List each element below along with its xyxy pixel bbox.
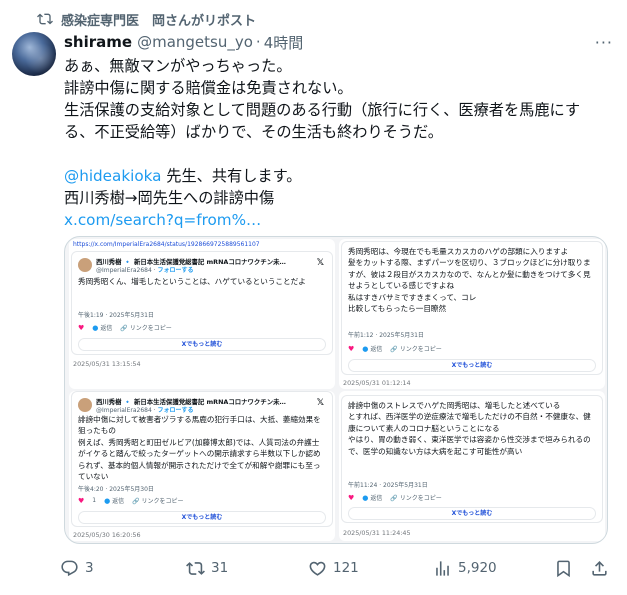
tweet-line: 西川秀樹→岡先生への誹謗中傷 (64, 189, 275, 207)
embedded-actions: ♥ ● 返信 🔗 リンクをコピー (348, 344, 442, 354)
read-more-button: Xでもっと読む (348, 359, 596, 372)
embedded-post: 誹謗中傷のストレスでハゲた岡秀昭は、増毛したと述べている とすれば、西洋医学の逆… (341, 395, 603, 523)
repost-count: 31 (211, 560, 229, 576)
author-name[interactable]: shirame (64, 33, 132, 51)
bookmark-button[interactable] (554, 559, 579, 578)
attached-image[interactable]: https://x.com/ImperialEra2684/status/192… (64, 236, 608, 544)
embedded-time: 午後4:20 · 2025年5月30日 (78, 486, 154, 493)
link-icon: 🔗 リンクをコピー (120, 325, 172, 332)
read-more-button: Xでもっと読む (348, 507, 596, 520)
heart-icon: ♥ (348, 493, 355, 502)
embedded-handle: @ImperialEra2684 · フォローする (96, 407, 194, 414)
read-more-button: Xでもっと読む (78, 511, 326, 524)
screenshot-timestamp: 2025/05/31 01:12:14 (343, 379, 411, 387)
like-count: 1 (92, 497, 97, 504)
like-count: 121 (333, 560, 359, 576)
view-count: 5,920 (458, 560, 497, 576)
embedded-text: 誹謗中傷のストレスでハゲた岡秀昭は、増毛したと述べている とすれば、西洋医学の逆… (348, 401, 591, 456)
post-time[interactable]: 4時間 (264, 32, 304, 53)
separator-dot: · (255, 33, 261, 51)
read-more-button: Xでもっと読む (78, 338, 326, 351)
tweet-actions: 3 31 121 5,920 (60, 556, 610, 580)
author-handle[interactable]: @mangetsu_yo (137, 33, 253, 51)
reply-icon: ● (104, 497, 111, 505)
reply-button[interactable]: 3 (60, 559, 94, 578)
screenshot-4: 誹謗中傷のストレスでハゲた岡秀昭は、増毛したと述べている とすれば、西洋医学の逆… (339, 391, 605, 541)
link-icon: 🔗 リンクをコピー (390, 495, 442, 502)
repost-button[interactable]: 31 (186, 559, 228, 578)
views-button[interactable]: 5,920 (433, 559, 497, 578)
embedded-actions: ♥ ● 返信 🔗 リンクをコピー (78, 323, 172, 333)
heart-icon: ♥ (78, 496, 85, 505)
screenshot-url: https://x.com/ImperialEra2684/status/192… (73, 241, 260, 248)
heart-icon: ♥ (78, 323, 85, 332)
tweet-line: あぁ、無敵マンがやっちゃった。 (64, 57, 292, 75)
screenshot-3: 西川秀樹 🔹 新日本生活保護党総書記 mRNAコロナワクチン未… @Imperi… (69, 391, 335, 541)
repost-icon (37, 13, 53, 25)
embedded-avatar (78, 398, 92, 412)
reply-icon (61, 560, 78, 576)
repost-icon (186, 561, 205, 575)
avatar[interactable] (12, 32, 56, 76)
reply-icon: ● (362, 345, 369, 353)
embedded-avatar (78, 258, 92, 272)
x-logo-icon: 𝕏 (316, 258, 324, 268)
share-icon (592, 560, 607, 576)
embedded-handle: @ImperialEra2684 · フォローする (96, 267, 194, 274)
repost-text: 感染症専門医 岡さんがリポスト (61, 13, 257, 29)
tweet-text: あぁ、無敵マンがやっちゃった。 誹謗中傷に関する賠償金は免責されない。 生活保護… (64, 55, 610, 231)
tweet-line: 生活保護の支給対象として問題のある行動（旅行に行く、医療者を馬鹿にする、不正受給… (64, 101, 581, 141)
screenshot-2: 秀岡秀昭は、今現在でも毛量スカスカのハゲの部類に入りますよ 髪をカットする際、ま… (339, 239, 605, 389)
share-button[interactable] (590, 559, 615, 578)
embedded-post: 秀岡秀昭は、今現在でも毛量スカスカのハゲの部類に入りますよ 髪をカットする際、ま… (341, 241, 603, 375)
repost-indicator[interactable]: 感染症専門医 岡さんがリポスト (37, 9, 256, 29)
embedded-text: 誹謗中傷に対して被害者ヅラする馬鹿の犯行手口は、大抵、萎縮効果を狙ったもの 例え… (78, 415, 321, 482)
heart-icon (309, 561, 326, 576)
screenshot-timestamp: 2025/05/31 11:24:45 (343, 529, 411, 537)
link-icon: 🔗 リンクをコピー (132, 498, 184, 505)
embedded-time: 午前11:24 · 2025年5月31日 (348, 482, 428, 489)
embedded-post: 西川秀樹 🔹 新日本生活保護党総書記 mRNAコロナワクチン未… @Imperi… (71, 251, 333, 355)
tweet-line-rest: 先生、共有します。 (161, 167, 302, 185)
embedded-actions: ♥ 1 ● 返信 🔗 リンクをコピー (78, 496, 184, 506)
like-button[interactable]: 121 (308, 559, 359, 578)
screenshot-timestamp: 2025/05/30 16:20:56 (73, 531, 141, 539)
x-logo-icon: 𝕏 (316, 398, 324, 408)
mention-link[interactable]: @hideakioka (64, 167, 161, 185)
embedded-text: 秀岡秀昭は、今現在でも毛量スカスカのハゲの部類に入りますよ 髪をカットする際、ま… (348, 247, 591, 314)
reply-icon: ● (362, 494, 369, 502)
views-icon (436, 560, 449, 576)
screenshot-timestamp: 2025/05/31 13:15:54 (73, 360, 141, 368)
embedded-time: 午後1:19 · 2025年5月31日 (78, 312, 154, 319)
embedded-actions: ♥ ● 返信 🔗 リンクをコピー (348, 493, 442, 503)
embedded-text: 秀岡秀昭くん、増毛したということは、ハゲているということだよ (78, 277, 306, 286)
reply-count: 3 (85, 560, 94, 576)
link-icon: 🔗 リンクをコピー (390, 346, 442, 353)
embedded-time: 午前1:12 · 2025年5月31日 (348, 332, 424, 339)
heart-icon: ♥ (348, 344, 355, 353)
search-link[interactable]: x.com/search?q=from%… (64, 211, 261, 229)
tweet-header: shirame @mangetsu_yo · 4時間 ··· (64, 31, 613, 53)
bookmark-icon (557, 560, 570, 577)
reply-icon: ● (92, 324, 99, 332)
embedded-post: 西川秀樹 🔹 新日本生活保護党総書記 mRNAコロナワクチン未… @Imperi… (71, 391, 333, 527)
screenshot-1: https://x.com/ImperialEra2684/status/192… (69, 239, 335, 389)
more-options-icon[interactable]: ··· (595, 33, 613, 52)
tweet-line: 誹謗中傷に関する賠償金は免責されない。 (64, 79, 353, 97)
tweet-line: @hideakioka 先生、共有します。 (64, 165, 610, 187)
